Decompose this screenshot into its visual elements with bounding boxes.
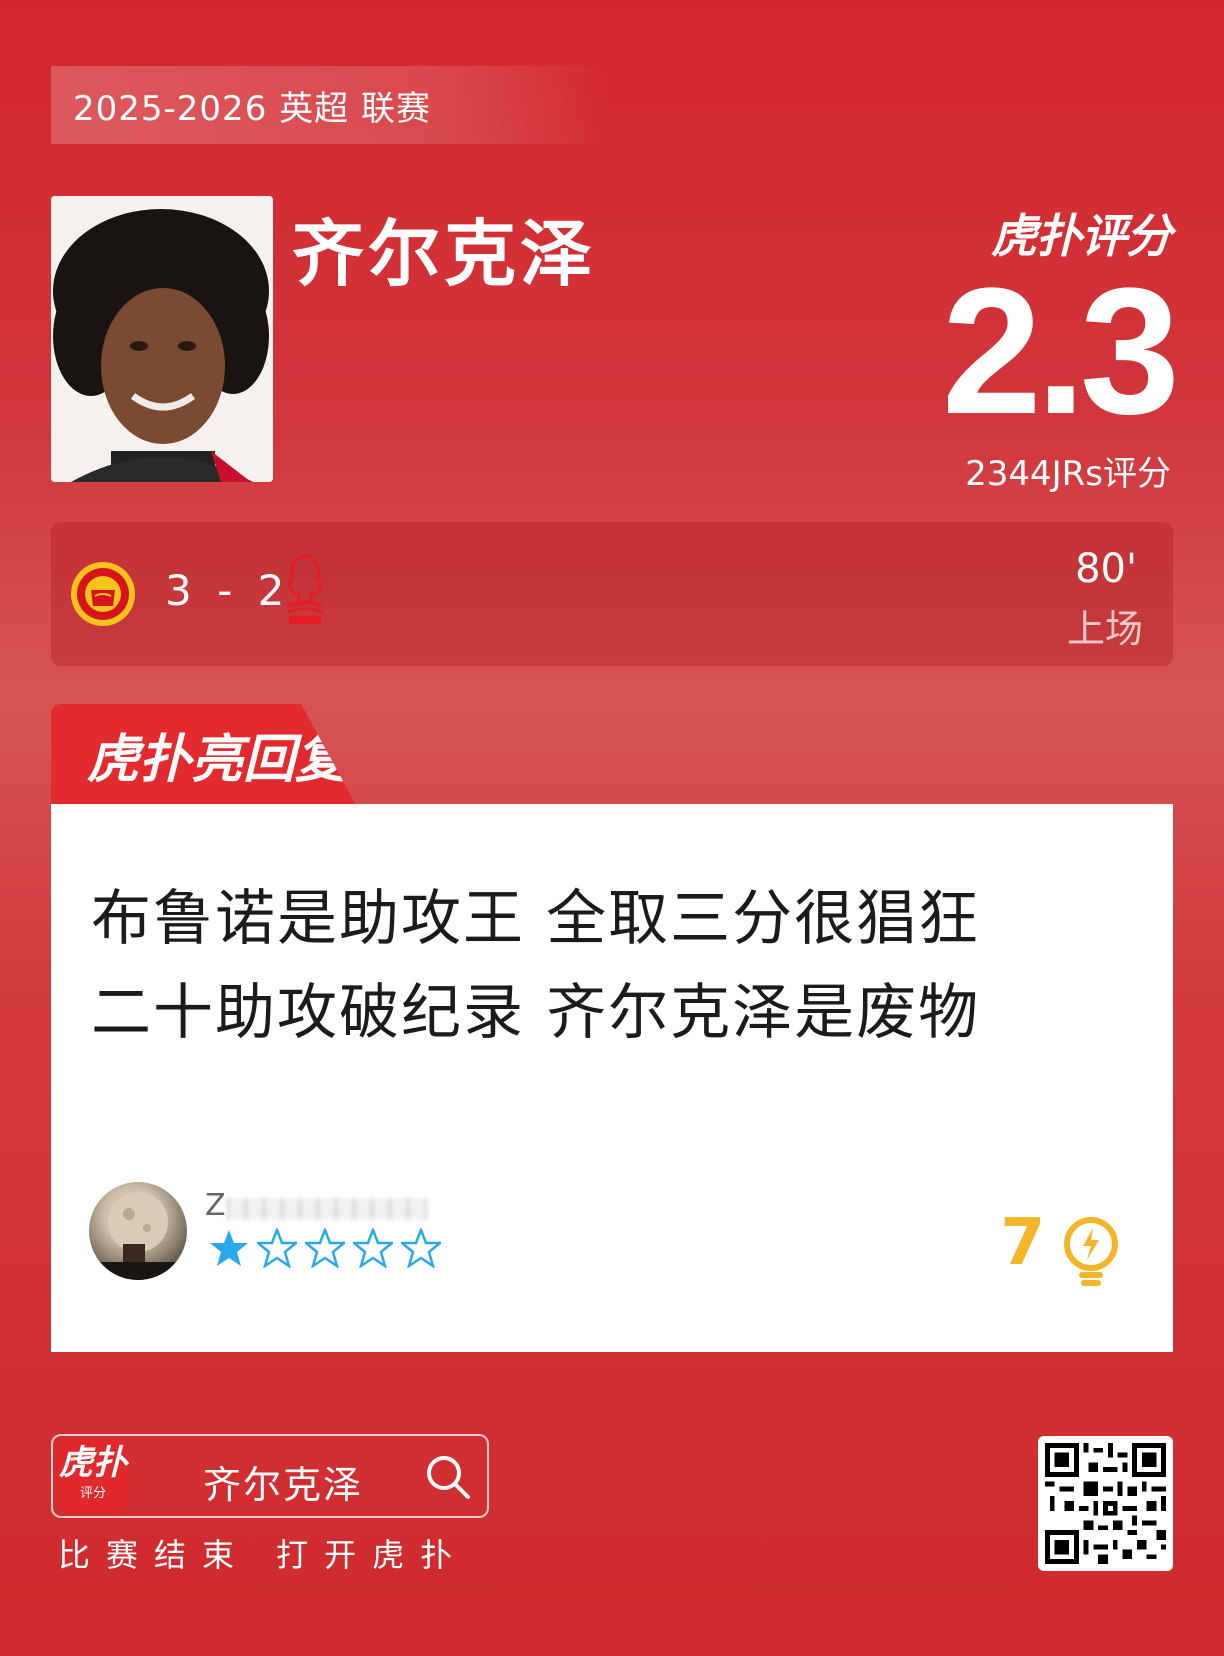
avatar[interactable] (89, 1182, 187, 1280)
search-bar[interactable]: 虎扑 评分 齐尔克泽 (51, 1434, 489, 1518)
match-score: 3 - 2 (165, 566, 291, 615)
player-status: 上场 (1066, 607, 1143, 651)
footer-caption: 比赛结束 打开虎扑 (58, 1536, 469, 1574)
star-rating (209, 1228, 441, 1268)
username-redacted (227, 1198, 427, 1220)
star-empty-icon (353, 1228, 393, 1268)
manchester-united-crest-icon (71, 562, 135, 626)
minutes-played: 80' (1075, 546, 1137, 592)
comment-line: 布鲁诺是助攻王 全取三分很猖狂 (91, 884, 981, 954)
hupu-app-logo: 虎扑 评分 (57, 1440, 129, 1512)
match-panel[interactable]: 3 - 2 80' 上场 (51, 522, 1173, 666)
qr-code (1038, 1436, 1173, 1571)
search-query: 齐尔克泽 (203, 1463, 364, 1507)
star-empty-icon (257, 1228, 297, 1268)
league-tag: 2025-2026 英超 联赛 (51, 66, 611, 144)
app-logo-text: 虎扑 (59, 1443, 127, 1483)
search-icon[interactable] (425, 1454, 471, 1500)
player-name: 齐尔克泽 (292, 212, 597, 296)
star-empty-icon (401, 1228, 441, 1268)
rating-score: 2.3 (941, 251, 1180, 452)
comment-card[interactable]: 布鲁诺是助攻王 全取三分很猖狂 二十助攻破纪录 齐尔克泽是废物 Z 7 (51, 804, 1173, 1352)
app-logo-subtext: 评分 (79, 1486, 106, 1501)
league-label: 2025-2026 英超 联赛 (73, 88, 431, 129)
like-count: 7 (1000, 1206, 1045, 1280)
star-filled-icon (210, 1230, 248, 1266)
highlight-reply-tab: 虎扑亮回复 (51, 704, 356, 805)
rating-count: 2344JRs评分 (965, 454, 1171, 494)
lightbulb-like-icon[interactable] (1059, 1216, 1123, 1288)
comment-line: 二十助攻破纪录 齐尔克泽是废物 (91, 978, 981, 1048)
star-empty-icon (305, 1228, 345, 1268)
player-photo (51, 196, 273, 482)
nottingham-forest-crest-icon (286, 554, 324, 624)
